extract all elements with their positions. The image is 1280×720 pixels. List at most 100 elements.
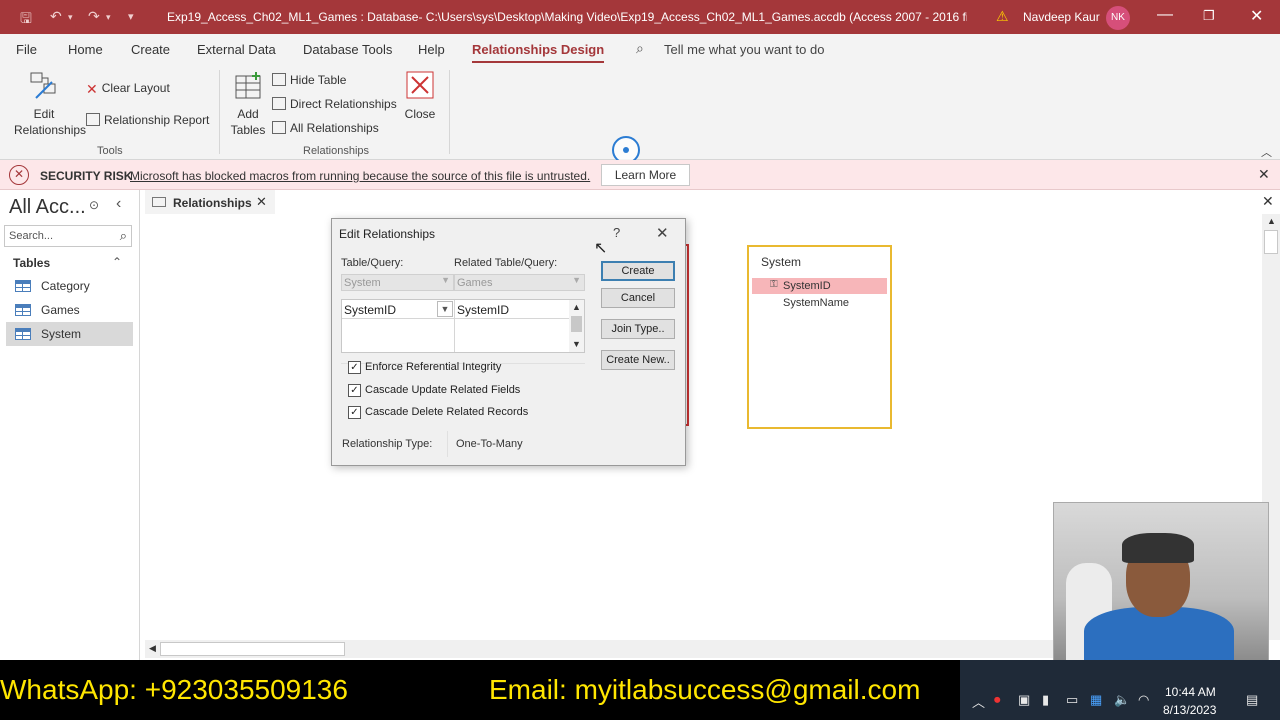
field-row[interactable]: ⚿ SystemID bbox=[752, 278, 887, 294]
customize-qat-icon[interactable]: ▾ bbox=[128, 10, 134, 23]
warning-icon[interactable]: ⚠ bbox=[996, 8, 1009, 25]
ribbon: Edit Relationships ✕ Clear Layout Relatio… bbox=[0, 64, 1280, 160]
scroll-left-icon[interactable]: ◀ bbox=[149, 643, 156, 654]
create-new-button[interactable]: Create New.. bbox=[601, 350, 675, 370]
clear-layout-button[interactable]: ✕ Clear Layout bbox=[86, 81, 170, 97]
avatar[interactable]: NK bbox=[1106, 6, 1130, 30]
usb-icon[interactable]: ▮ bbox=[1042, 692, 1049, 708]
checkbox-label: Enforce Referential Integrity bbox=[365, 361, 502, 373]
tell-me-box[interactable]: Tell me what you want to do bbox=[664, 42, 824, 57]
minimize-icon[interactable]: — bbox=[1157, 6, 1173, 24]
tab-create[interactable]: Create bbox=[131, 42, 170, 57]
redo-dropdown-icon[interactable]: ▾ bbox=[106, 12, 111, 23]
relationship-report-button[interactable]: Relationship Report bbox=[86, 113, 209, 127]
undo-icon[interactable]: ↶ bbox=[50, 8, 62, 25]
tab-help[interactable]: Help bbox=[418, 42, 445, 57]
system-table-box[interactable]: System ⚿ SystemID SystemName bbox=[747, 245, 892, 429]
camera-icon[interactable]: ▣ bbox=[1018, 692, 1030, 708]
collapse-ribbon-icon[interactable]: ︿ bbox=[1261, 144, 1272, 160]
nav-item-category[interactable]: Category bbox=[6, 274, 133, 298]
create-button[interactable]: Create bbox=[601, 261, 675, 281]
help-icon[interactable]: ? bbox=[613, 225, 620, 240]
mouse-cursor-icon: ↖ bbox=[594, 240, 608, 257]
ribbon-tab-bar: File Home Create External Data Database … bbox=[0, 34, 1280, 64]
dialog-title: Edit Relationships bbox=[339, 227, 436, 241]
table-icon bbox=[15, 328, 31, 340]
hide-table-icon bbox=[272, 73, 286, 86]
checkmark-icon[interactable]: ✓ bbox=[348, 406, 361, 419]
nav-dropdown-icon[interactable]: ⊙ bbox=[89, 198, 99, 212]
checkmark-icon[interactable]: ✓ bbox=[348, 361, 361, 374]
direct-relationships-button[interactable]: Direct Relationships bbox=[272, 97, 397, 111]
folder-icon[interactable]: ▭ bbox=[1066, 692, 1078, 708]
record-icon[interactable]: ⏺ bbox=[994, 692, 1001, 708]
user-name[interactable]: Navdeep Kaur bbox=[1023, 10, 1100, 24]
whatsapp-text: WhatsApp: +923035509136 bbox=[0, 674, 348, 705]
search-icon[interactable]: ⌕ bbox=[120, 228, 127, 244]
scroll-thumb[interactable] bbox=[160, 642, 345, 656]
edit-relationships-button[interactable]: Edit Relationships bbox=[8, 70, 86, 138]
scroll-up-icon[interactable]: ▲ bbox=[1267, 216, 1276, 226]
nav-item-games[interactable]: Games bbox=[6, 298, 133, 322]
security-message-link[interactable]: Microsoft has blocked macros from runnin… bbox=[130, 169, 590, 183]
left-field-cell[interactable]: SystemID bbox=[344, 303, 396, 317]
nav-pane-title[interactable]: All Acc... bbox=[9, 196, 86, 219]
undo-dropdown-icon[interactable]: ▾ bbox=[68, 12, 73, 23]
add-tables-icon bbox=[235, 72, 261, 99]
redo-icon[interactable]: ↷ bbox=[88, 8, 100, 25]
nav-search-input[interactable]: Search... ⌕ bbox=[4, 225, 132, 247]
checkbox-label: Cascade Update Related Fields bbox=[365, 384, 521, 396]
tab-database-tools[interactable]: Database Tools bbox=[303, 42, 392, 57]
checkmark-icon[interactable]: ✓ bbox=[348, 384, 361, 397]
volume-icon[interactable]: 🔈 bbox=[1114, 692, 1130, 708]
nav-item-label: Category bbox=[41, 279, 90, 293]
nav-item-system[interactable]: System bbox=[6, 322, 133, 346]
restore-icon[interactable]: ❐ bbox=[1203, 8, 1215, 24]
show-hidden-icons-icon[interactable]: ︿ bbox=[972, 692, 985, 711]
security-warning-bar: ✕ SECURITY RISK Microsoft has blocked ma… bbox=[0, 160, 1280, 190]
wifi-icon[interactable]: ◠ bbox=[1138, 692, 1149, 708]
scroll-down-icon[interactable]: ▼ bbox=[572, 339, 581, 349]
grid-divider bbox=[342, 318, 570, 319]
scroll-thumb[interactable] bbox=[571, 316, 582, 332]
notifications-icon[interactable]: ▤ bbox=[1246, 692, 1258, 708]
tab-relationships-design[interactable]: Relationships Design bbox=[472, 42, 605, 63]
join-type-button[interactable]: Join Type.. bbox=[601, 319, 675, 339]
field-row[interactable]: SystemName bbox=[752, 295, 887, 311]
right-field-cell[interactable]: SystemID bbox=[457, 303, 509, 317]
tab-home[interactable]: Home bbox=[68, 42, 103, 57]
save-icon[interactable]: 🖫 bbox=[20, 8, 32, 32]
close-security-bar-icon[interactable]: ✕ bbox=[1258, 166, 1270, 183]
add-tables-button[interactable]: Add Tables bbox=[228, 70, 268, 138]
tables-section-header[interactable]: Tables ⌃ bbox=[0, 253, 134, 273]
scroll-up-icon[interactable]: ▲ bbox=[572, 302, 581, 312]
app-icon[interactable]: ▦ bbox=[1090, 692, 1102, 708]
close-window-icon[interactable]: ✕ bbox=[1250, 6, 1263, 26]
grid-divider bbox=[454, 300, 455, 352]
grid-scrollbar[interactable]: ▲ ▼ bbox=[569, 300, 584, 352]
clock-date[interactable]: 8/13/2023 bbox=[1163, 703, 1216, 717]
learn-more-button[interactable]: Learn More bbox=[601, 164, 690, 186]
cap-shape bbox=[1122, 533, 1194, 563]
all-relationships-button[interactable]: All Relationships bbox=[272, 121, 379, 135]
chevron-down-icon: ▼ bbox=[441, 275, 450, 285]
close-tab-icon[interactable]: ✕ bbox=[256, 194, 267, 210]
close-document-icon[interactable]: ✕ bbox=[1262, 193, 1274, 210]
scroll-thumb[interactable] bbox=[1264, 230, 1278, 254]
close-relationships-button[interactable]: Close bbox=[402, 70, 438, 122]
collapse-nav-chevron-icon[interactable]: ‹ bbox=[116, 195, 121, 213]
tab-file[interactable]: File bbox=[16, 42, 37, 57]
close-dialog-icon[interactable]: ✕ bbox=[656, 224, 669, 242]
hide-table-button[interactable]: Hide Table bbox=[272, 73, 346, 87]
clock-time[interactable]: 10:44 AM bbox=[1165, 685, 1216, 699]
field-label: SystemID bbox=[783, 280, 831, 292]
field-dropdown-icon[interactable]: ▼ bbox=[437, 301, 453, 317]
cancel-button[interactable]: Cancel bbox=[601, 288, 675, 308]
clear-x-icon: ✕ bbox=[86, 81, 98, 97]
relationships-document-tab[interactable]: Relationships ✕ bbox=[145, 190, 275, 214]
lightbulb-search-icon[interactable]: ⌕ bbox=[636, 40, 644, 57]
tab-external-data[interactable]: External Data bbox=[197, 42, 276, 57]
relationships-group-label: Relationships bbox=[303, 145, 370, 157]
chevron-up-icon: ⌃ bbox=[112, 255, 123, 269]
ribbon-separator bbox=[219, 70, 220, 154]
